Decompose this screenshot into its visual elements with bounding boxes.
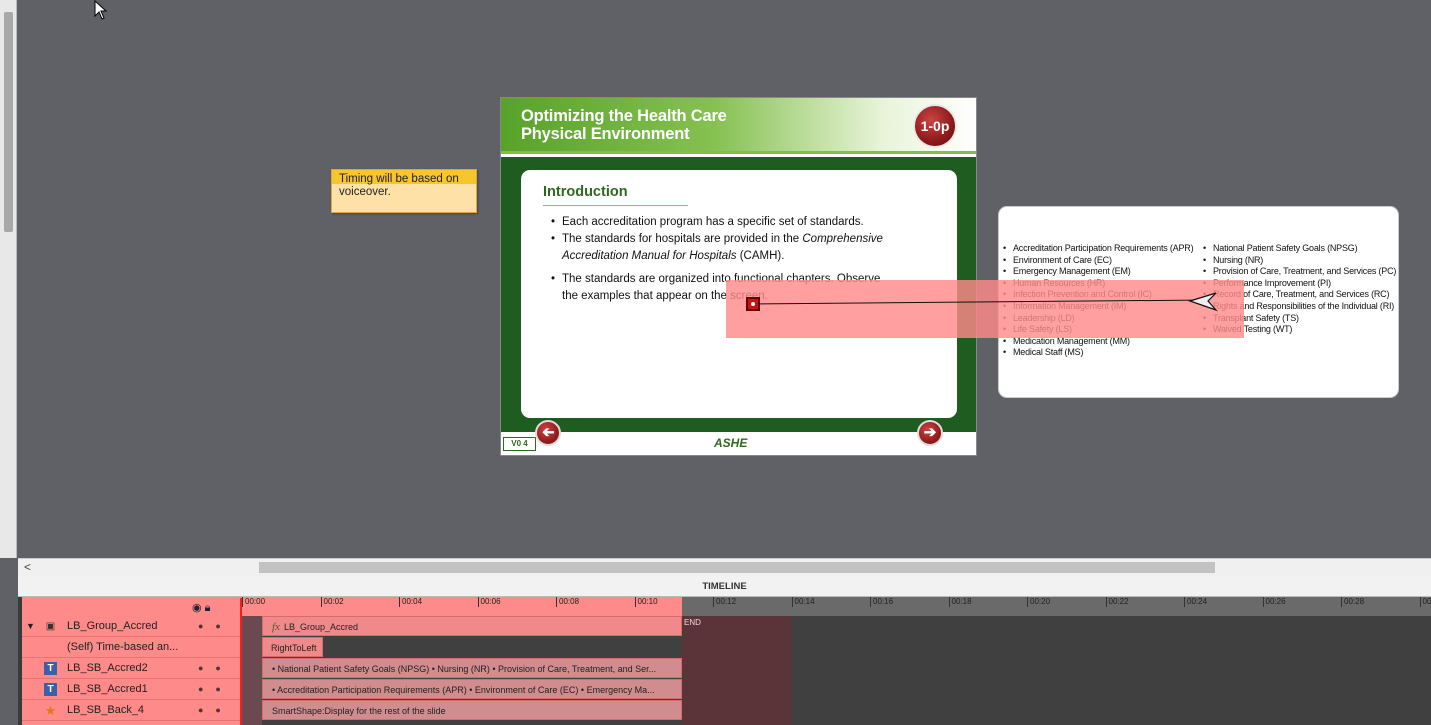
text-caption-icon: T bbox=[44, 683, 57, 696]
timeline-object-bar[interactable]: • National Patient Safety Goals (NPSG) •… bbox=[262, 658, 682, 678]
editor-stage: Timing will be based on voiceover. Optim… bbox=[0, 0, 1431, 725]
ruler-tick: 00:20 bbox=[1027, 597, 1050, 607]
eye-icon[interactable]: ◉ bbox=[192, 602, 202, 614]
effect-bar[interactable]: RightToLeft bbox=[262, 637, 323, 657]
sticky-note[interactable]: Timing will be based on voiceover. bbox=[331, 169, 477, 213]
layer-toggle-icons: ◉ 🔒︎ bbox=[192, 601, 211, 615]
end-label: END bbox=[684, 618, 701, 627]
motion-path-highlight[interactable] bbox=[726, 280, 1244, 338]
ashe-logo: ASHE bbox=[714, 436, 748, 450]
timeline-tracks: END fx LB_Group_Accred RightToLeft • Nation… bbox=[240, 616, 1431, 725]
slide-footer: V0 4 ➔ ASHE ➔ bbox=[501, 420, 976, 455]
ruler-tick: 00:26 bbox=[1262, 597, 1286, 607]
scroll-left-icon[interactable]: < bbox=[24, 560, 31, 574]
playhead[interactable] bbox=[240, 598, 242, 725]
layer-list: ◉ 🔒︎ ▼ ▣ LB_Group_Accred ●● (Self) Time-base… bbox=[22, 597, 240, 725]
bullet-item: Each accreditation program has a specifi… bbox=[551, 214, 891, 231]
text-caption-icon: T bbox=[44, 662, 57, 675]
effect-fx-icon: fx bbox=[272, 621, 280, 633]
note-line1: Timing will be based on bbox=[339, 173, 459, 185]
layer-name: LB_SB_Accred1 bbox=[67, 683, 148, 695]
arrow-right-icon: ➔ bbox=[923, 424, 937, 441]
ruler-tick: 00:24 bbox=[1184, 597, 1207, 607]
slide-title-line2: Physical Environment bbox=[521, 125, 690, 143]
layer-name: LB_Group_Accred bbox=[67, 620, 158, 632]
slide-title-line1: Optimizing the Health Care bbox=[521, 107, 727, 125]
chapter-list-item: Provision of Care, Treatment, and Servic… bbox=[1203, 266, 1396, 278]
timeline-object-bar[interactable]: • Accreditation Participation Requiremen… bbox=[262, 679, 682, 699]
chapter-list-item: Medical Staff (MS) bbox=[1003, 347, 1193, 359]
slide-header: Optimizing the Health Care Physical Envi… bbox=[501, 98, 976, 154]
layer-visibility-dots[interactable]: ●● bbox=[198, 700, 233, 721]
ruler-slide-range bbox=[240, 597, 682, 616]
slide-title: Optimizing the Health Care Physical Envi… bbox=[521, 107, 727, 143]
ruler-tick: 00:12 bbox=[713, 597, 736, 607]
timeline-layer-row[interactable]: (Self) Time-based an... bbox=[22, 637, 240, 658]
prev-button[interactable]: ➔ bbox=[535, 420, 561, 446]
timeline-panel: TIMELINE ◉ 🔒︎ ▼ ▣ LB_Group_Accred ●● (Self) … bbox=[18, 576, 1431, 725]
ruler-tick: 00:02 bbox=[320, 597, 344, 607]
ruler-tick: 00:14 bbox=[791, 597, 815, 607]
bullet-text: The standards for hospitals are provided… bbox=[562, 233, 803, 245]
timeline-object-bar[interactable]: SmartShape:Display for the rest of the s… bbox=[262, 700, 682, 720]
slide-canvas[interactable]: Optimizing the Health Care Physical Envi… bbox=[500, 97, 977, 456]
bullet-item: The standards for hospitals are provided… bbox=[551, 231, 891, 265]
star-icon: ★ bbox=[44, 703, 57, 718]
note-text: Timing will be based on voiceover. bbox=[339, 173, 459, 199]
end-region bbox=[682, 616, 791, 725]
next-button[interactable]: ➔ bbox=[917, 420, 943, 446]
ruler-tick: 00:04 bbox=[399, 597, 422, 607]
bullet-text: (CAMH). bbox=[736, 250, 785, 262]
timeline-layer-row[interactable]: T LB_SB_Accred2 ●● bbox=[22, 658, 240, 679]
track-gutter bbox=[240, 616, 262, 725]
layer-name: (Self) Time-based an... bbox=[67, 641, 179, 653]
chapter-list-item: Accreditation Participation Requirements… bbox=[1003, 243, 1194, 255]
timeline-title: TIMELINE bbox=[18, 576, 1431, 597]
collapse-triangle-icon[interactable]: ▼ bbox=[26, 616, 35, 637]
bar-label: LB_Group_Accred bbox=[283, 622, 358, 632]
mouse-cursor-icon bbox=[94, 0, 108, 20]
ruler-tick: 00:06 bbox=[477, 597, 501, 607]
ruler-tick: 00:08 bbox=[556, 597, 579, 607]
ruler-tick: 00:00 bbox=[242, 597, 265, 607]
timeline-layer-row[interactable]: ▼ ▣ LB_Group_Accred ●● bbox=[22, 616, 240, 637]
vertical-scroll-thumb[interactable] bbox=[4, 12, 13, 232]
title-underline bbox=[543, 205, 688, 206]
timeline-ruler[interactable]: 00:00 00:02 00:04 00:06 00:08 00:10 00:12 00:14… bbox=[240, 597, 1431, 616]
layer-visibility-dots[interactable]: ●● bbox=[198, 616, 233, 637]
note-line2: voiceover. bbox=[339, 186, 391, 198]
ruler-tick: 00:28 bbox=[1341, 597, 1364, 607]
horizontal-scroll-thumb[interactable] bbox=[259, 562, 1215, 573]
ruler-tick: 00:3 bbox=[1419, 597, 1431, 607]
ruler-tick: 00:22 bbox=[1105, 597, 1129, 607]
timeline-layer-row[interactable]: ★ LB_SB_Back_4 ●● bbox=[22, 700, 240, 721]
version-label: V0 4 bbox=[503, 437, 536, 451]
layer-visibility-dots[interactable]: ●● bbox=[198, 658, 233, 679]
chapter-list-item: National Patient Safety Goals (NPSG) bbox=[1203, 243, 1396, 255]
group-icon: ▣ bbox=[45, 621, 56, 632]
timeline-object-bar[interactable]: fx LB_Group_Accred bbox=[262, 616, 682, 636]
horizontal-scrollbar[interactable]: < bbox=[18, 558, 1431, 576]
layer-visibility-dots[interactable]: ●● bbox=[198, 679, 233, 700]
layer-name: LB_SB_Accred2 bbox=[67, 662, 148, 674]
chapter-list-item: Emergency Management (EM) bbox=[1003, 266, 1193, 278]
module-badge: 1-0p bbox=[913, 104, 957, 148]
vertical-scrollbar[interactable] bbox=[0, 0, 17, 558]
lock-icon[interactable]: 🔒︎ bbox=[205, 602, 211, 614]
section-title: Introduction bbox=[543, 184, 628, 200]
arrow-left-icon: ➔ bbox=[541, 424, 555, 441]
chapter-list-item: Environment of Care (EC) bbox=[1003, 255, 1193, 267]
ruler-tick: 00:10 bbox=[634, 597, 658, 607]
layer-name: LB_SB_Back_4 bbox=[67, 704, 145, 716]
ruler-tick: 00:16 bbox=[870, 597, 893, 607]
motion-start-handle[interactable] bbox=[746, 297, 760, 311]
ruler-tick: 00:18 bbox=[948, 597, 972, 607]
timeline-layer-row[interactable]: T LB_SB_Accred1 ●● bbox=[22, 679, 240, 700]
chapter-list-item: Nursing (NR) bbox=[1203, 255, 1396, 267]
